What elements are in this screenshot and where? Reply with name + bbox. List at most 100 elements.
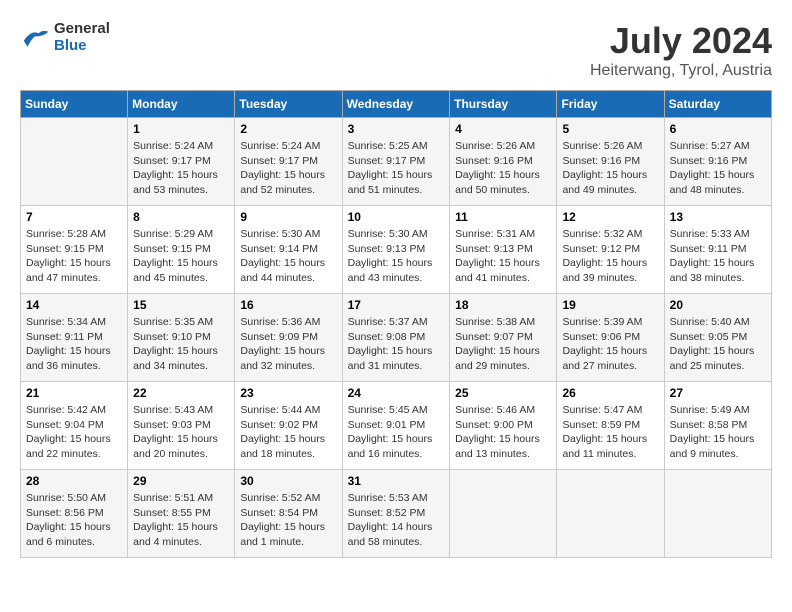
day-number: 1 — [133, 122, 229, 136]
calendar-cell — [557, 470, 664, 558]
day-number: 20 — [670, 298, 766, 312]
day-number: 8 — [133, 210, 229, 224]
calendar-cell: 12 Sunrise: 5:32 AM Sunset: 9:12 PM Dayli… — [557, 206, 664, 294]
day-info: Sunrise: 5:39 AM Sunset: 9:06 PM Dayligh… — [562, 315, 658, 374]
day-info: Sunrise: 5:49 AM Sunset: 8:58 PM Dayligh… — [670, 403, 766, 462]
location-subtitle: Heiterwang, Tyrol, Austria — [590, 62, 772, 80]
calendar-cell: 2 Sunrise: 5:24 AM Sunset: 9:17 PM Daylig… — [235, 118, 342, 206]
day-number: 29 — [133, 474, 229, 488]
day-info: Sunrise: 5:34 AM Sunset: 9:11 PM Dayligh… — [26, 315, 122, 374]
logo-text: General Blue — [54, 20, 110, 54]
calendar-cell — [21, 118, 128, 206]
day-info: Sunrise: 5:45 AM Sunset: 9:01 PM Dayligh… — [348, 403, 445, 462]
day-info: Sunrise: 5:40 AM Sunset: 9:05 PM Dayligh… — [670, 315, 766, 374]
day-number: 3 — [348, 122, 445, 136]
weekday-header-thursday: Thursday — [450, 91, 557, 118]
day-info: Sunrise: 5:53 AM Sunset: 8:52 PM Dayligh… — [348, 491, 445, 550]
calendar-cell: 9 Sunrise: 5:30 AM Sunset: 9:14 PM Daylig… — [235, 206, 342, 294]
calendar-cell: 10Sunrise: 5:30 AM Sunset: 9:13 PM Dayli… — [342, 206, 450, 294]
day-number: 27 — [670, 386, 766, 400]
calendar-cell — [664, 470, 771, 558]
calendar-cell — [450, 470, 557, 558]
day-number: 15 — [133, 298, 229, 312]
logo-bird-icon — [20, 25, 50, 49]
calendar-cell: 17Sunrise: 5:37 AM Sunset: 9:08 PM Dayli… — [342, 294, 450, 382]
day-number: 18 — [455, 298, 551, 312]
day-number: 12 — [562, 210, 658, 224]
calendar-cell: 27 Sunrise: 5:49 AM Sunset: 8:58 PM Dayli… — [664, 382, 771, 470]
day-info: Sunrise: 5:38 AM Sunset: 9:07 PM Dayligh… — [455, 315, 551, 374]
calendar-week-row: 21 Sunrise: 5:42 AM Sunset: 9:04 PM Dayli… — [21, 382, 772, 470]
day-info: Sunrise: 5:29 AM Sunset: 9:15 PM Dayligh… — [133, 227, 229, 286]
calendar-cell: 19 Sunrise: 5:39 AM Sunset: 9:06 PM Dayli… — [557, 294, 664, 382]
day-number: 6 — [670, 122, 766, 136]
day-number: 5 — [562, 122, 658, 136]
calendar-cell: 3Sunrise: 5:25 AM Sunset: 9:17 PM Daylig… — [342, 118, 450, 206]
day-number: 2 — [240, 122, 336, 136]
day-number: 7 — [26, 210, 122, 224]
day-info: Sunrise: 5:26 AM Sunset: 9:16 PM Dayligh… — [455, 139, 551, 198]
calendar-cell: 31Sunrise: 5:53 AM Sunset: 8:52 PM Dayli… — [342, 470, 450, 558]
weekday-header-tuesday: Tuesday — [235, 91, 342, 118]
day-number: 14 — [26, 298, 122, 312]
month-year-title: July 2024 — [590, 20, 772, 62]
calendar-cell: 20 Sunrise: 5:40 AM Sunset: 9:05 PM Dayli… — [664, 294, 771, 382]
weekday-header-saturday: Saturday — [664, 91, 771, 118]
day-number: 23 — [240, 386, 336, 400]
calendar-cell: 18 Sunrise: 5:38 AM Sunset: 9:07 PM Dayli… — [450, 294, 557, 382]
weekday-header-sunday: Sunday — [21, 91, 128, 118]
calendar-cell: 22 Sunrise: 5:43 AM Sunset: 9:03 PM Dayli… — [128, 382, 235, 470]
day-info: Sunrise: 5:31 AM Sunset: 9:13 PM Dayligh… — [455, 227, 551, 286]
day-info: Sunrise: 5:35 AM Sunset: 9:10 PM Dayligh… — [133, 315, 229, 374]
day-info: Sunrise: 5:50 AM Sunset: 8:56 PM Dayligh… — [26, 491, 122, 550]
day-number: 22 — [133, 386, 229, 400]
weekday-header-wednesday: Wednesday — [342, 91, 450, 118]
day-number: 28 — [26, 474, 122, 488]
calendar-cell: 28 Sunrise: 5:50 AM Sunset: 8:56 PM Dayli… — [21, 470, 128, 558]
day-number: 19 — [562, 298, 658, 312]
day-info: Sunrise: 5:43 AM Sunset: 9:03 PM Dayligh… — [133, 403, 229, 462]
day-info: Sunrise: 5:24 AM Sunset: 9:17 PM Dayligh… — [133, 139, 229, 198]
day-info: Sunrise: 5:32 AM Sunset: 9:12 PM Dayligh… — [562, 227, 658, 286]
day-info: Sunrise: 5:51 AM Sunset: 8:55 PM Dayligh… — [133, 491, 229, 550]
calendar-week-row: 7Sunrise: 5:28 AM Sunset: 9:15 PM Daylig… — [21, 206, 772, 294]
calendar-table: SundayMondayTuesdayWednesdayThursdayFrid… — [20, 90, 772, 558]
calendar-cell: 7Sunrise: 5:28 AM Sunset: 9:15 PM Daylig… — [21, 206, 128, 294]
day-info: Sunrise: 5:52 AM Sunset: 8:54 PM Dayligh… — [240, 491, 336, 550]
day-info: Sunrise: 5:30 AM Sunset: 9:13 PM Dayligh… — [348, 227, 445, 286]
page-header: General Blue July 2024 Heiterwang, Tyrol… — [20, 20, 772, 80]
calendar-cell: 6Sunrise: 5:27 AM Sunset: 9:16 PM Daylig… — [664, 118, 771, 206]
day-number: 4 — [455, 122, 551, 136]
calendar-cell: 29 Sunrise: 5:51 AM Sunset: 8:55 PM Dayli… — [128, 470, 235, 558]
day-info: Sunrise: 5:30 AM Sunset: 9:14 PM Dayligh… — [240, 227, 336, 286]
day-info: Sunrise: 5:44 AM Sunset: 9:02 PM Dayligh… — [240, 403, 336, 462]
logo: General Blue — [20, 20, 110, 54]
calendar-cell: 13 Sunrise: 5:33 AM Sunset: 9:11 PM Dayli… — [664, 206, 771, 294]
calendar-cell: 14 Sunrise: 5:34 AM Sunset: 9:11 PM Dayli… — [21, 294, 128, 382]
day-info: Sunrise: 5:42 AM Sunset: 9:04 PM Dayligh… — [26, 403, 122, 462]
calendar-cell: 5Sunrise: 5:26 AM Sunset: 9:16 PM Daylig… — [557, 118, 664, 206]
day-number: 21 — [26, 386, 122, 400]
weekday-header-friday: Friday — [557, 91, 664, 118]
day-number: 30 — [240, 474, 336, 488]
day-number: 11 — [455, 210, 551, 224]
day-number: 24 — [348, 386, 445, 400]
calendar-week-row: 1 Sunrise: 5:24 AM Sunset: 9:17 PM Daylig… — [21, 118, 772, 206]
calendar-cell: 30 Sunrise: 5:52 AM Sunset: 8:54 PM Dayli… — [235, 470, 342, 558]
day-info: Sunrise: 5:37 AM Sunset: 9:08 PM Dayligh… — [348, 315, 445, 374]
calendar-cell: 24 Sunrise: 5:45 AM Sunset: 9:01 PM Dayli… — [342, 382, 450, 470]
day-info: Sunrise: 5:33 AM Sunset: 9:11 PM Dayligh… — [670, 227, 766, 286]
calendar-cell: 4 Sunrise: 5:26 AM Sunset: 9:16 PM Daylig… — [450, 118, 557, 206]
day-info: Sunrise: 5:24 AM Sunset: 9:17 PM Dayligh… — [240, 139, 336, 198]
day-number: 9 — [240, 210, 336, 224]
calendar-week-row: 14 Sunrise: 5:34 AM Sunset: 9:11 PM Dayli… — [21, 294, 772, 382]
day-number: 13 — [670, 210, 766, 224]
calendar-week-row: 28 Sunrise: 5:50 AM Sunset: 8:56 PM Dayli… — [21, 470, 772, 558]
day-number: 25 — [455, 386, 551, 400]
calendar-cell: 16Sunrise: 5:36 AM Sunset: 9:09 PM Dayli… — [235, 294, 342, 382]
calendar-cell: 11 Sunrise: 5:31 AM Sunset: 9:13 PM Dayli… — [450, 206, 557, 294]
day-info: Sunrise: 5:36 AM Sunset: 9:09 PM Dayligh… — [240, 315, 336, 374]
day-info: Sunrise: 5:47 AM Sunset: 8:59 PM Dayligh… — [562, 403, 658, 462]
day-info: Sunrise: 5:46 AM Sunset: 9:00 PM Dayligh… — [455, 403, 551, 462]
weekday-header-monday: Monday — [128, 91, 235, 118]
